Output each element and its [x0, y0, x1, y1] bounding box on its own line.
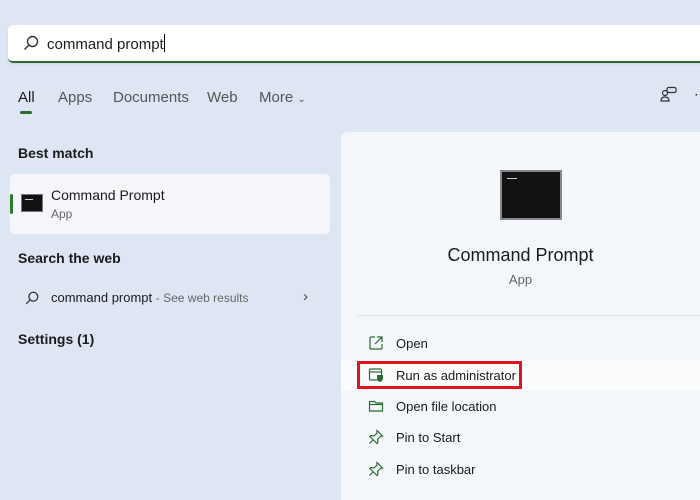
detail-subtitle: App — [508, 272, 533, 287]
tab-more[interactable]: More ⌄ — [259, 89, 306, 106]
action-pin-to-start[interactable]: Pin to Start — [341, 422, 700, 453]
open-external-icon — [368, 335, 384, 356]
action-pin-to-taskbar[interactable]: Pin to taskbar — [341, 454, 700, 485]
settings-heading[interactable]: Settings (1) — [18, 331, 94, 347]
tab-apps[interactable]: Apps — [58, 89, 92, 106]
action-label: Pin to taskbar — [396, 462, 476, 477]
divider — [357, 315, 700, 316]
detail-panel: Command Prompt App Open Run as administr… — [341, 132, 700, 500]
best-match-result[interactable]: Command Prompt App — [10, 174, 330, 234]
search-icon — [24, 290, 40, 311]
web-suffix: - See web results — [155, 291, 249, 305]
pin-icon — [368, 429, 384, 450]
more-options-icon[interactable]: ⋯ — [694, 86, 700, 103]
tab-documents[interactable]: Documents — [113, 89, 189, 106]
chevron-right-icon: › — [303, 288, 308, 305]
search-box[interactable]: command prompt — [8, 25, 700, 63]
action-label: Open file location — [396, 399, 497, 414]
search-icon — [22, 34, 40, 57]
pin-icon — [368, 461, 384, 482]
action-label: Run as administrator — [396, 368, 516, 383]
tab-web[interactable]: Web — [207, 89, 238, 106]
action-open-file-location[interactable]: Open file location — [341, 391, 700, 422]
web-query: command prompt — [51, 290, 153, 305]
detail-title: Command Prompt — [447, 245, 594, 265]
result-subtitle: App — [51, 207, 73, 221]
folder-icon — [368, 398, 384, 419]
best-match-heading: Best match — [18, 145, 94, 161]
search-web-heading: Search the web — [18, 250, 121, 266]
web-result[interactable]: command prompt - See web results › — [10, 282, 330, 314]
action-run-as-administrator[interactable]: Run as administrator — [341, 360, 700, 391]
shield-window-icon — [368, 367, 384, 388]
command-prompt-large-icon — [500, 170, 562, 220]
chevron-down-icon: ⌄ — [297, 94, 306, 105]
action-label: Pin to Start — [396, 430, 461, 445]
account-switch-icon[interactable] — [660, 86, 678, 109]
command-prompt-icon — [21, 194, 43, 212]
selection-indicator — [10, 194, 13, 214]
tab-all[interactable]: All — [18, 89, 35, 106]
search-input[interactable]: command prompt — [47, 34, 165, 53]
tab-indicator — [20, 111, 32, 114]
action-label: Open — [396, 336, 428, 351]
result-title: Command Prompt — [51, 187, 165, 203]
action-open[interactable]: Open — [341, 328, 700, 359]
